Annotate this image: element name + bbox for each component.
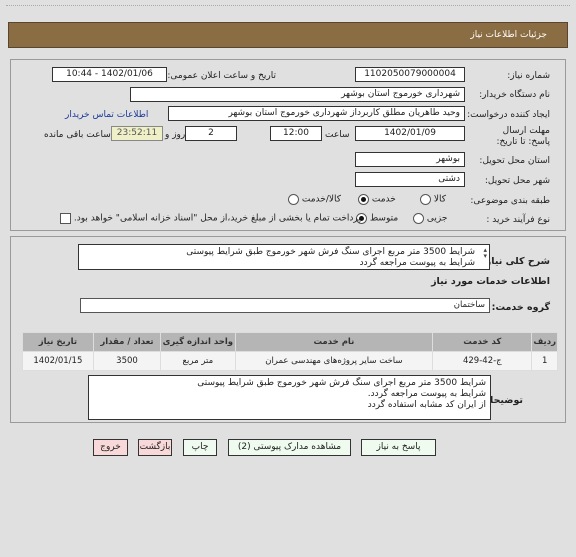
radio-minor[interactable] [413,213,424,224]
remaining-label: ساعت باقی مانده [44,130,111,140]
buyer-org-field: شهرداری خورموج استان بوشهر [130,87,465,102]
buyer-notes-field: شرایط 3500 متر مربع اجرای سنگ فرش شهر خو… [88,375,491,420]
radio-goods-service[interactable] [288,194,299,205]
general-description-label: شرح کلی نیاز: [481,256,550,267]
purchase-type-option-minor[interactable]: جزیی [413,213,447,224]
deadline-time-field: 12:00 [270,126,322,141]
col-quantity: تعداد / مقدار [92,332,162,352]
page-header: جزئیات اطلاعات نیاز [8,22,568,48]
days-label: روز و [165,130,186,140]
remaining-days-field: 2 [185,126,237,141]
page-title: جزئیات اطلاعات نیاز [470,30,547,40]
col-row-number: ردیف [531,332,558,352]
category-option-goods-service[interactable]: کالا/خدمت [288,194,341,205]
col-unit: واحد اندازه گیری [160,332,236,352]
announce-datetime-field: 1402/01/06 - 10:44 [52,67,167,82]
service-group-field: ساختمان [80,298,490,313]
general-description-field[interactable]: ▴ ▾ شرایط 3500 متر مربع اجرای سنگ فرش شهر… [78,244,490,270]
deadline-time-label: ساعت [325,130,350,140]
deadline-label: مهلت ارسال پاسخ: تا تاریخ: [496,126,550,147]
cell-row-number: 1 [531,351,558,371]
cell-unit: متر مربع [160,351,236,371]
requester-field: وحید طاهریان مطلق کاربرداز شهرداری خورمو… [168,106,465,121]
need-number-label: شماره نیاز: [507,71,550,81]
cell-need-date: 1402/01/15 [22,351,94,371]
top-divider [6,5,570,6]
payment-treasury-label: پرداخت تمام یا بخشی از مبلغ خرید،از محل … [73,213,361,224]
payment-treasury-checkbox[interactable] [60,213,71,224]
announce-datetime-label: تاریخ و ساعت اعلان عمومی: [167,71,276,81]
service-group-label: گروه خدمت: [491,302,550,313]
cell-service-name: ساخت سایر پروژه‌های مهندسی عمران [234,351,434,371]
services-table: ردیف کد خدمت نام خدمت واحد اندازه گیری ت… [22,332,558,371]
category-option-goods[interactable]: کالا [420,194,446,205]
delivery-city-field: دشتی [355,172,465,187]
view-attachments-button[interactable]: مشاهده مدارک پیوستی (2) [228,439,351,456]
delivery-city-label: شهر محل تحویل: [484,176,550,186]
category-option-service-label: خدمت [371,194,396,205]
services-section-title: اطلاعات خدمات مورد نیاز [431,276,550,287]
buyer-notes-line1: شرایط 3500 متر مربع اجرای سنگ فرش شهر خو… [197,378,486,388]
cell-quantity: 3500 [92,351,162,371]
remaining-time-field: 23:52:11 [111,126,163,141]
buyer-notes-line3: از ایران کد مشابه استفاده گردد [367,400,486,410]
category-option-goods-label: کالا [433,194,447,205]
purchase-type-minor-label: جزیی [426,213,448,224]
table-header-row: ردیف کد خدمت نام خدمت واحد اندازه گیری ت… [22,332,558,352]
buyer-org-label: نام دستگاه خریدار: [479,90,550,100]
category-option-goods-service-label: کالا/خدمت [301,194,342,205]
requester-label: ایجاد کننده درخواست: [467,110,550,120]
col-service-name: نام خدمت [234,332,434,352]
payment-treasury-option[interactable]: پرداخت تمام یا بخشی از مبلغ خرید،از محل … [60,213,361,224]
table-row: 1 ج-42-429 ساخت سایر پروژه‌های مهندسی عم… [22,351,558,371]
col-need-date: تاریخ نیاز [22,332,94,352]
buyer-notes-line2: شرایط به پیوست مراجعه گردد. [367,389,486,399]
radio-goods[interactable] [420,194,431,205]
delivery-province-field: بوشهر [355,152,465,167]
radio-service[interactable] [358,194,369,205]
deadline-date-field: 1402/01/09 [355,126,465,141]
buyer-contact-link[interactable]: اطلاعات تماس خریدار [65,110,148,120]
purchase-type-option-medium[interactable]: متوسط [356,213,398,224]
category-option-service[interactable]: خدمت [358,194,396,205]
col-service-code: کد خدمت [432,332,533,352]
general-description-line1: شرایط 3500 متر مربع اجرای سنگ فرش شهر خو… [186,247,475,257]
purchase-type-label: نوع فرآیند خرید : [486,215,550,225]
need-number-field: 1102050079000004 [355,67,465,82]
reply-button[interactable]: پاسخ به نیاز [361,439,436,456]
back-button[interactable]: بازگشت [138,439,172,456]
cell-service-code: ج-42-429 [432,351,533,371]
print-button[interactable]: چاپ [183,439,217,456]
exit-button[interactable]: خروج [93,439,128,456]
delivery-province-label: استان محل تحویل: [479,156,550,166]
general-description-line2: شرایط به پیوست مراجعه گردد [359,258,475,268]
purchase-type-medium-label: متوسط [369,213,399,224]
category-label: طبقه بندی موضوعی: [470,196,550,206]
scroll-arrows-icon[interactable]: ▴ ▾ [483,247,487,260]
